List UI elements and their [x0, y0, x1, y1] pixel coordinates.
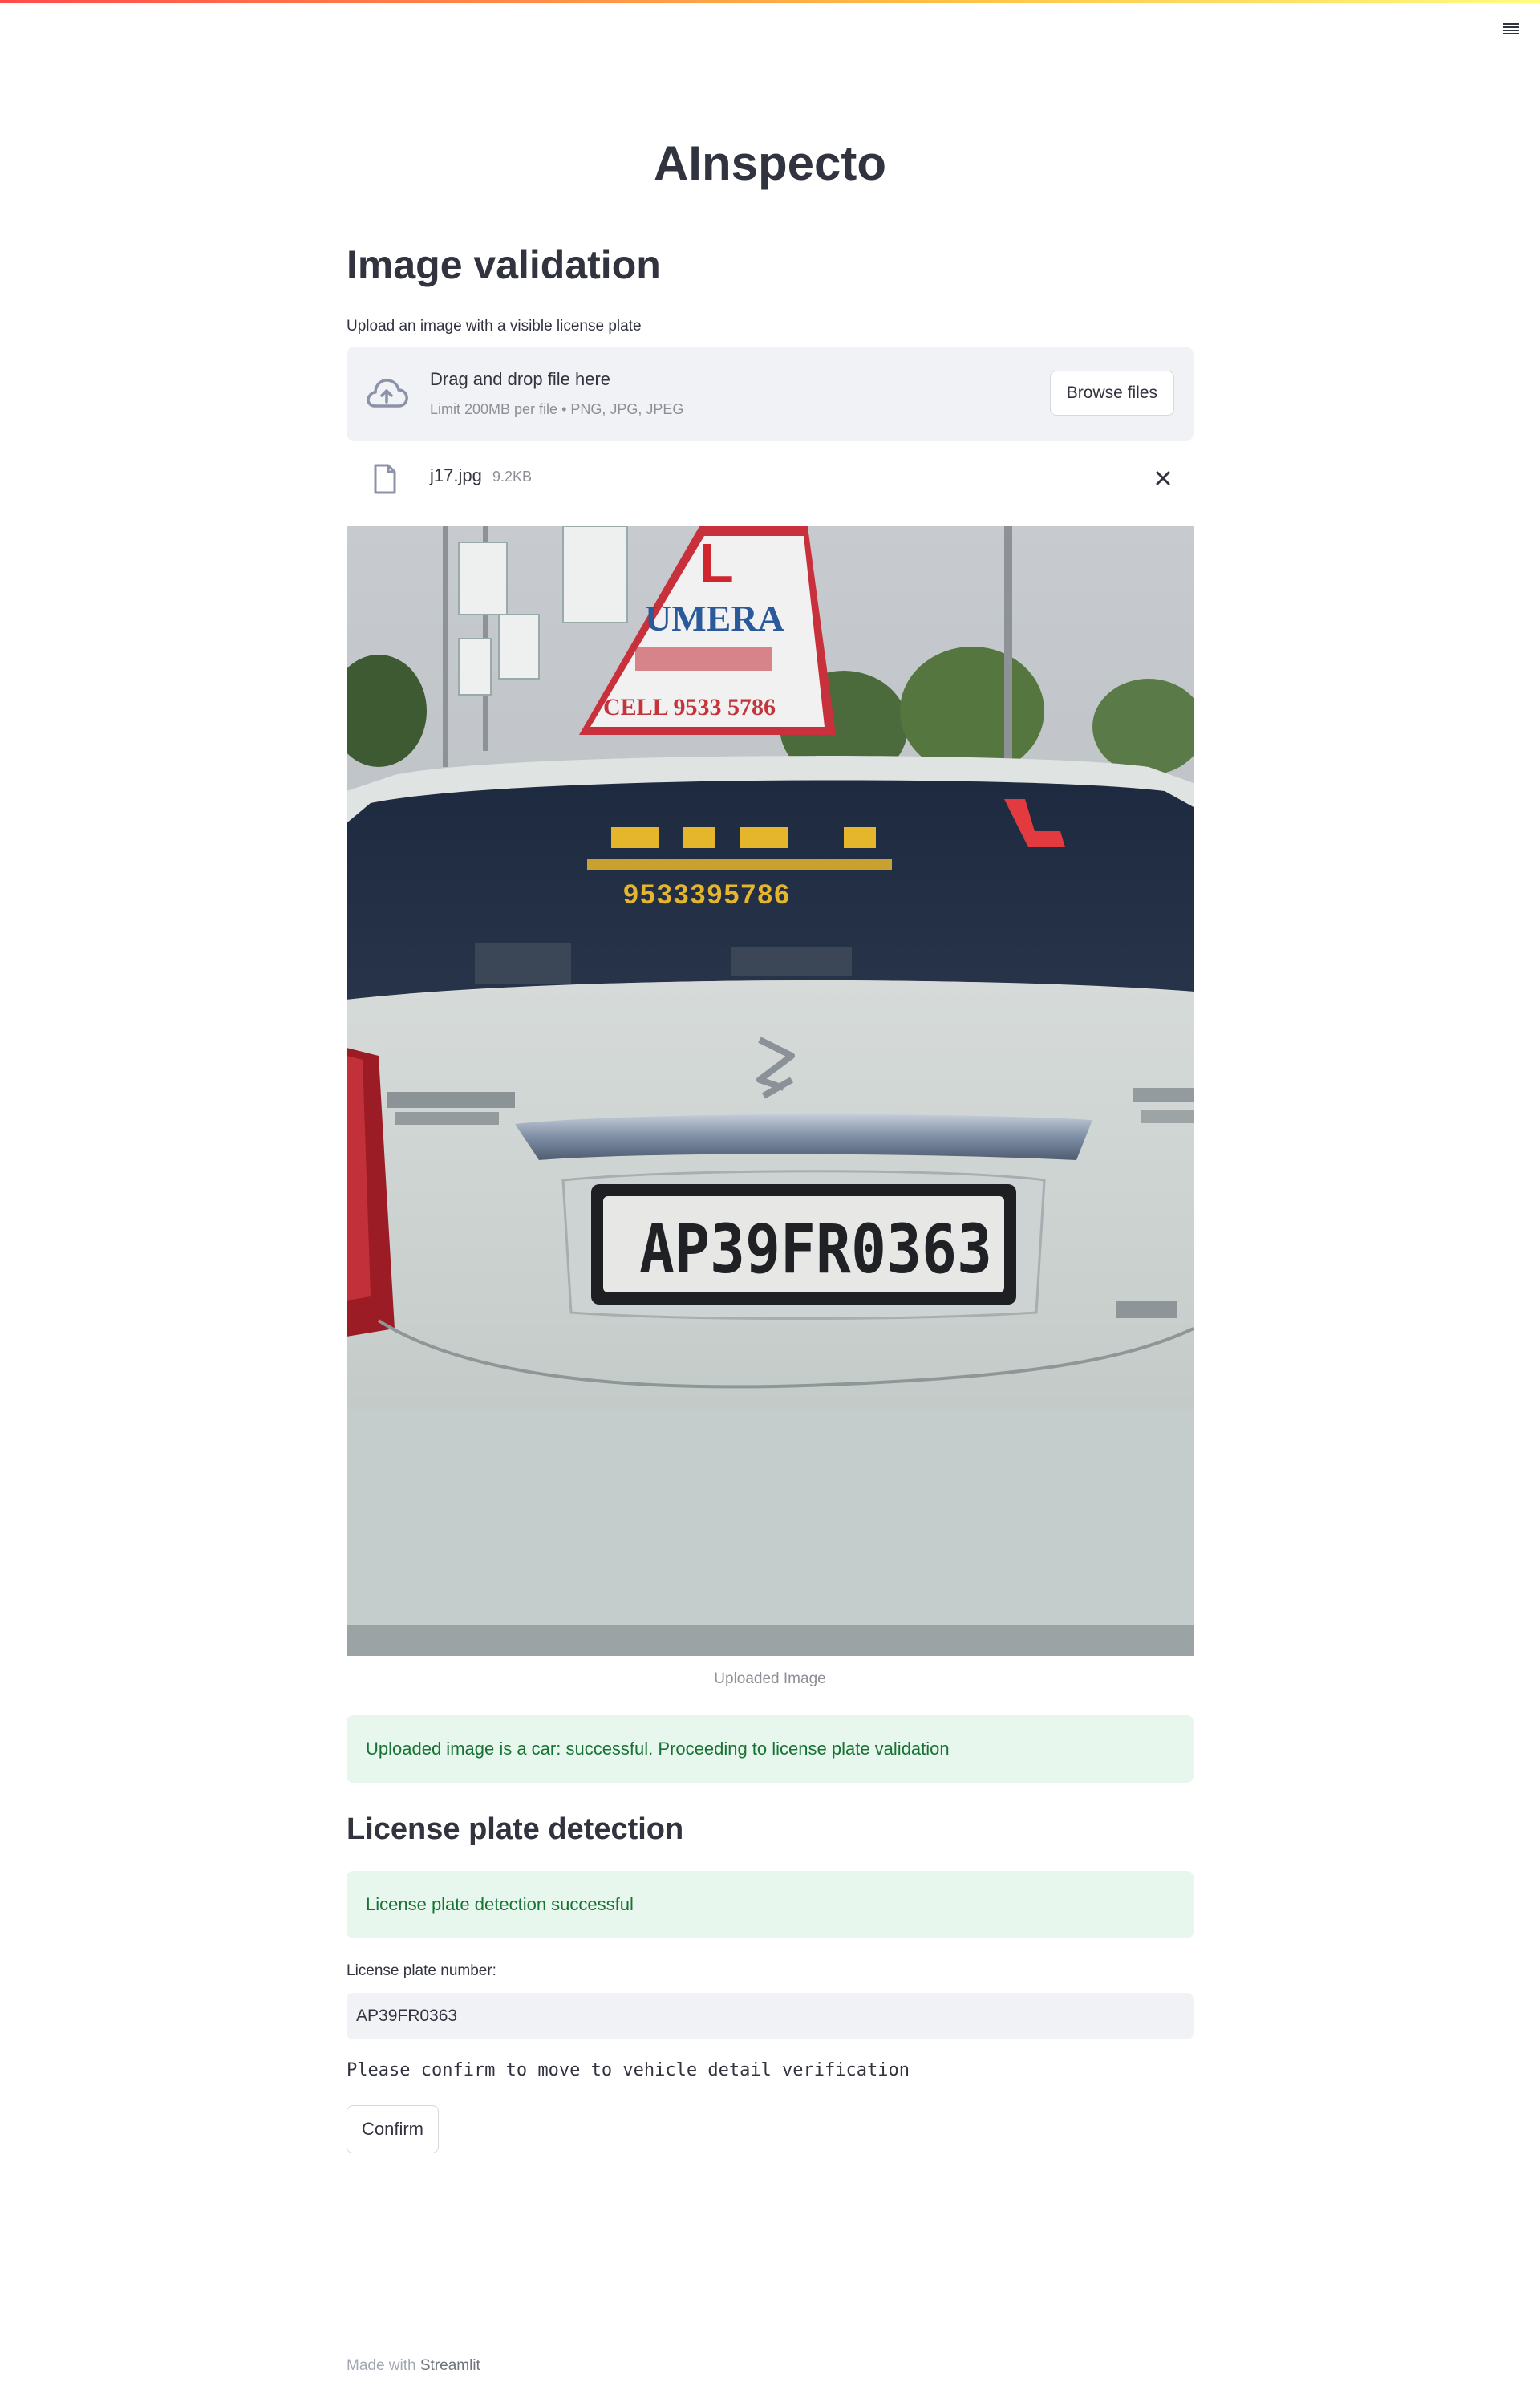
close-icon[interactable]	[1150, 465, 1176, 491]
plate-number-label: License plate number:	[346, 1962, 496, 1979]
plate-text: AP39FR0363	[639, 1210, 992, 1288]
confirm-button[interactable]: Confirm	[346, 2105, 440, 2153]
car-validation-success-alert: Uploaded image is a car: successful. Pro…	[346, 1715, 1194, 1783]
confirm-instruction-text: Please confirm to move to vehicle detail…	[346, 2060, 910, 2080]
image-caption: Uploaded Image	[714, 1670, 826, 1687]
app-title: AInspecto	[653, 136, 887, 190]
dropzone-limit: Limit 200MB per file • PNG, JPG, JPEG	[430, 401, 684, 417]
file-size: 9.2KB	[492, 469, 533, 485]
sign-name: UMERA	[645, 598, 784, 639]
plate-detection-success-text: License plate detection successful	[366, 1894, 634, 1914]
uploaded-file-row: j17.jpg 9.2KB	[346, 454, 1194, 502]
car-photo: L UMERA CELL 9533 5786 9533395786 AP39FR…	[346, 526, 1194, 1656]
plate-number-input[interactable]	[346, 1993, 1194, 2039]
license-plate-detection-heading: License plate detection	[346, 1812, 684, 1846]
image-validation-heading: Image validation	[346, 242, 661, 287]
sign-letter: L	[699, 532, 734, 594]
footer: Made with Streamlit	[346, 2357, 480, 2375]
plate-detection-success-alert: License plate detection successful	[346, 1871, 1194, 1938]
window-phone: 9533395786	[623, 879, 791, 910]
uploader-label: Upload an image with a visible license p…	[346, 318, 642, 335]
file-icon	[374, 464, 396, 494]
file-name: j17.jpg	[430, 465, 482, 485]
main-menu-button[interactable]	[1500, 18, 1522, 40]
top-decoration-stripe	[0, 0, 1540, 3]
browse-files-button[interactable]: Browse files	[1049, 371, 1174, 416]
footer-made-with: Made with	[346, 2357, 420, 2374]
car-validation-success-text: Uploaded image is a car: successful. Pro…	[366, 1739, 950, 1759]
footer-streamlit-link[interactable]: Streamlit	[420, 2357, 480, 2374]
dropzone-title: Drag and drop file here	[430, 369, 611, 389]
cloud-upload-icon	[367, 379, 408, 408]
file-dropzone[interactable]: Drag and drop file here Limit 200MB per …	[346, 347, 1194, 441]
uploaded-car-image: L UMERA CELL 9533 5786 9533395786 AP39FR…	[346, 526, 1194, 1656]
sign-phone: CELL 9533 5786	[603, 694, 776, 720]
hamburger-menu-icon	[1503, 23, 1519, 34]
